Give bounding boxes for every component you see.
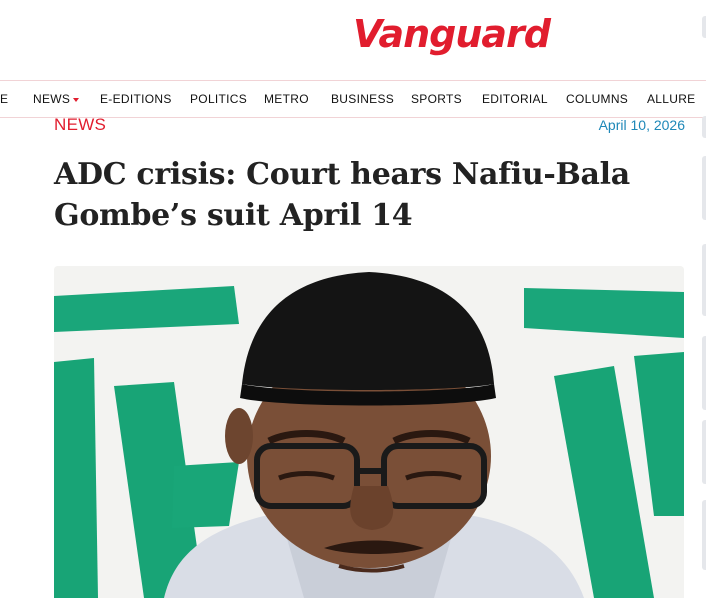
nav-item-politics[interactable]: POLITICS (190, 81, 247, 117)
sidebar-edge-widget[interactable] (702, 244, 706, 316)
nav-item-home[interactable]: E (0, 81, 8, 117)
nav-item-e-editions[interactable]: E-EDITIONS (100, 81, 172, 117)
nav-item-label: POLITICS (190, 92, 248, 106)
nav-item-allure[interactable]: ALLURE (647, 81, 696, 117)
nav-item-business[interactable]: BUSINESS (331, 81, 394, 117)
banner-letter (172, 462, 239, 528)
chevron-down-icon (73, 97, 80, 102)
article-photo (54, 266, 684, 598)
nav-item-label: ALLURE (647, 92, 696, 106)
site-header: Vanguard (0, 0, 706, 80)
sidebar-edge-widget[interactable] (702, 420, 706, 484)
nav-item-editorial[interactable]: EDITORIAL (482, 81, 548, 117)
nav-item-label: E-EDITIONS (100, 92, 172, 106)
nav-item-label: EDITORIAL (482, 92, 548, 106)
article-headline: ADC crisis: Court hears Nafiu-Bala Gombe… (54, 157, 630, 233)
nav-item-label: SPORTS (411, 92, 462, 106)
photo-illustration (54, 266, 684, 598)
article-date: April 10, 2026 (598, 117, 685, 133)
nav-item-news[interactable]: NEWS (33, 81, 80, 117)
sidebar-edge-widget[interactable] (702, 116, 706, 138)
nav-item-label: COLUMNS (566, 92, 629, 106)
nav-item-label: E (0, 92, 9, 106)
site-logo[interactable]: Vanguard (353, 12, 551, 56)
nose (350, 486, 394, 530)
nav-item-metro[interactable]: METRO (264, 81, 309, 117)
nav-item-columns[interactable]: COLUMNS (566, 81, 628, 117)
header-edge-control[interactable] (702, 16, 706, 38)
nav-item-label: BUSINESS (331, 92, 395, 106)
main-nav: E NEWS E-EDITIONS POLITICS METRO BUSINES… (0, 80, 706, 118)
banner-letter (54, 358, 98, 598)
nav-item-label: NEWS (33, 92, 71, 106)
nav-item-label: METRO (264, 92, 309, 106)
sidebar-edge-widget[interactable] (702, 500, 706, 570)
ear (225, 408, 253, 464)
page: Vanguard E NEWS E-EDITIONS POLITICS METR… (0, 0, 706, 598)
sidebar-edge-widget[interactable] (702, 336, 706, 410)
nav-item-sports[interactable]: SPORTS (411, 81, 462, 117)
article-category[interactable]: NEWS (54, 115, 106, 135)
sidebar-edge-widget[interactable] (702, 156, 706, 220)
